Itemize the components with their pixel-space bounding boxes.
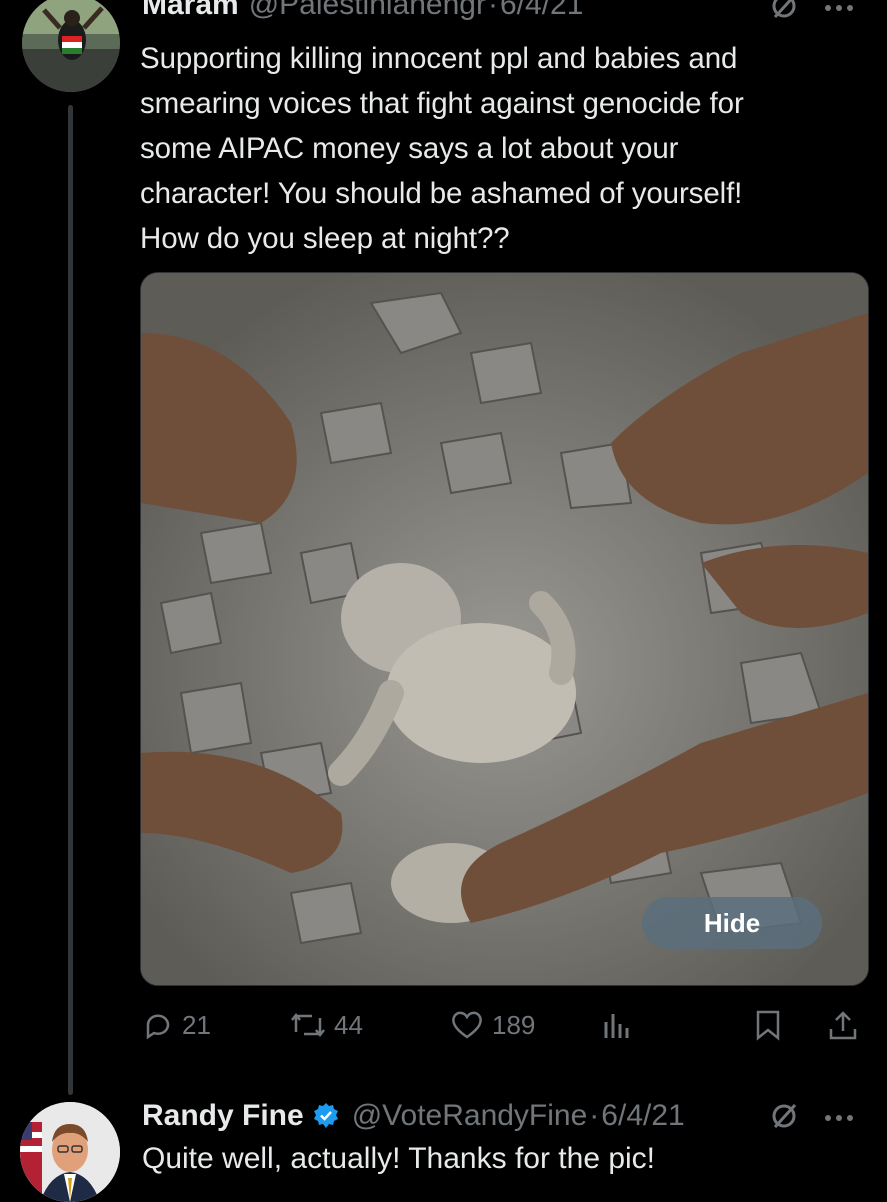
separator: ·	[589, 1099, 600, 1132]
like-button[interactable]: 189	[450, 1000, 535, 1050]
reply-button[interactable]: 21	[142, 1000, 211, 1050]
verified-badge-icon	[313, 1103, 338, 1128]
bookmark-button[interactable]	[754, 1000, 782, 1050]
tweet-media[interactable]: Hide	[140, 272, 869, 986]
tweet-text: Quite well, actually! Thanks for the pic…	[142, 1142, 656, 1175]
grok-icon[interactable]	[770, 0, 798, 25]
tweet-date[interactable]: 6/4/21	[500, 0, 583, 22]
tweet-text-line: How do you sleep at night??	[140, 222, 510, 255]
tweet-actions: 21 44 189	[142, 1000, 867, 1050]
display-name[interactable]: Randy Fine	[142, 1099, 304, 1133]
like-count: 189	[492, 1009, 536, 1040]
views-icon	[604, 1014, 629, 1038]
avatar-image	[20, 1102, 120, 1202]
repost-icon	[291, 1012, 325, 1038]
avatar[interactable]	[20, 1102, 120, 1202]
like-icon	[452, 1011, 482, 1039]
tweet-header: Maram @Palestinianengr · 6/4/21	[142, 0, 583, 28]
tweet-header-icons	[770, 1102, 854, 1135]
bookmark-icon	[756, 1010, 780, 1041]
grok-icon[interactable]	[770, 1102, 798, 1135]
reply-icon	[146, 1014, 170, 1040]
views-button[interactable]	[602, 1000, 632, 1050]
tweet-text-line: Supporting killing innocent ppl and babi…	[140, 42, 738, 75]
share-button[interactable]	[828, 1000, 858, 1050]
user-handle[interactable]: @Palestinianengr	[249, 0, 486, 22]
display-name[interactable]: Maram	[142, 0, 239, 22]
hide-media-button[interactable]: Hide	[642, 897, 822, 949]
thread-line	[68, 105, 73, 1095]
tweet-text-line: some AIPAC money says a lot about your	[140, 132, 679, 165]
user-handle[interactable]: @VoteRandyFine	[352, 1099, 588, 1133]
tweet-text-line: character! You should be ashamed of your…	[140, 177, 743, 210]
avatar-image	[22, 0, 120, 92]
tweet-header: Randy Fine @VoteRandyFine · 6/4/21	[142, 1096, 685, 1136]
tweet-date[interactable]: 6/4/21	[601, 1099, 684, 1133]
share-icon	[829, 1011, 857, 1040]
separator: ·	[487, 0, 498, 21]
media-image	[141, 273, 868, 985]
repost-button[interactable]: 44	[290, 1000, 363, 1050]
tweet-text: Supporting killing innocent ppl and babi…	[140, 36, 870, 261]
more-icon[interactable]	[824, 1110, 854, 1128]
tweet-text-line: smearing voices that fight against genoc…	[140, 87, 744, 120]
avatar[interactable]	[22, 0, 120, 92]
repost-count: 44	[334, 1009, 363, 1040]
more-icon[interactable]	[824, 0, 854, 18]
tweet-header-icons	[770, 0, 854, 25]
reply-count: 21	[182, 1009, 211, 1040]
